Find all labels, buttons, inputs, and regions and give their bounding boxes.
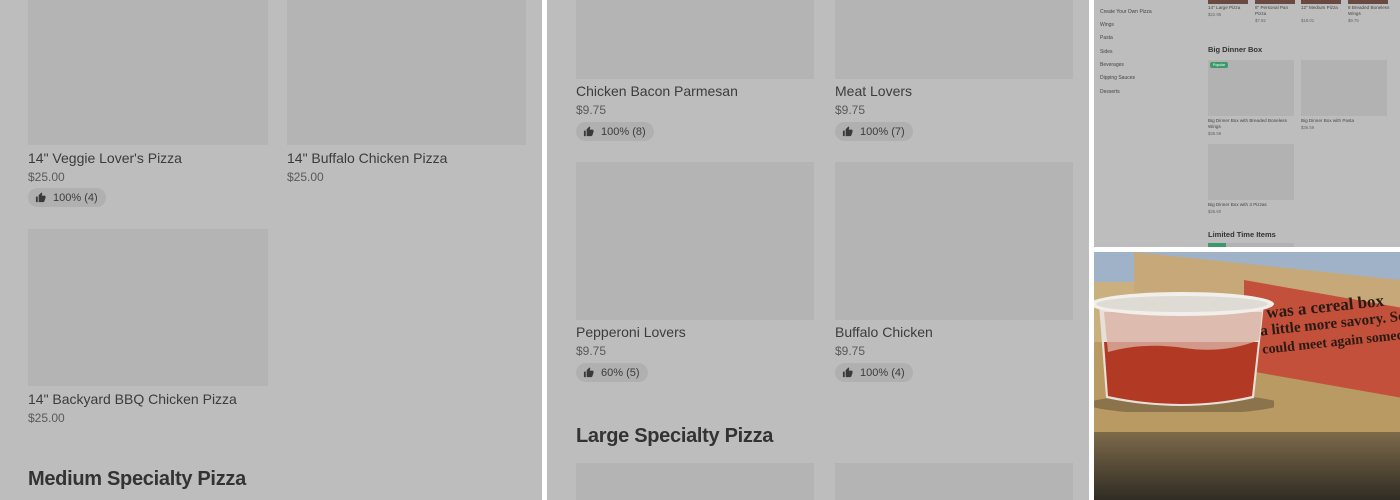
rating-badge: 100% (4) <box>28 188 106 207</box>
menu-item-price: $9.75 <box>835 103 866 117</box>
menu-item-price: $25.00 <box>28 411 65 425</box>
item-thumbnail[interactable] <box>1208 144 1294 200</box>
sidebar-item[interactable]: Dipping Sauces <box>1100 75 1135 81</box>
menu-panel-left: 14" Veggie Lover's Pizza $25.00 100% (4)… <box>0 0 542 500</box>
sauce-cup <box>1094 292 1274 412</box>
item-name[interactable]: 12" Medium Pizza <box>1301 5 1341 11</box>
rating-badge: 60% (5) <box>576 363 648 382</box>
item-price: $36.60 <box>1208 209 1222 214</box>
item-name[interactable]: 8 Breaded Boneless Wings <box>1348 5 1390 16</box>
item-thumbnail[interactable] <box>1348 0 1388 4</box>
menu-item-image[interactable] <box>28 229 268 386</box>
menu-panel-desktop-thumbnail: Create Your Own Pizza Wings Pasta Sides … <box>1094 0 1400 247</box>
section-heading: Limited Time Items <box>1208 230 1276 239</box>
item-price: $36.59 <box>1301 125 1315 130</box>
menu-item-image[interactable] <box>835 0 1073 79</box>
menu-item-price: $25.00 <box>287 170 324 184</box>
sidebar-item[interactable]: Beverages <box>1100 62 1124 68</box>
item-name[interactable]: Big Dinner Box with Breaded Boneless Win… <box>1208 118 1288 129</box>
item-thumbnail[interactable] <box>1208 0 1248 4</box>
menu-item-name[interactable]: Buffalo Chicken <box>835 324 933 340</box>
menu-panel-middle: Chicken Bacon Parmesan $9.75 100% (8) Me… <box>547 0 1089 500</box>
thumbs-up-icon <box>583 367 594 378</box>
table-shadow <box>1094 432 1400 500</box>
thumbs-up-icon <box>842 367 853 378</box>
item-thumbnail[interactable] <box>1255 0 1295 4</box>
menu-item-name[interactable]: Chicken Bacon Parmesan <box>576 83 738 99</box>
item-thumbnail[interactable] <box>1301 0 1341 4</box>
item-thumbnail[interactable] <box>1208 243 1226 247</box>
menu-item-price: $25.00 <box>28 170 65 184</box>
menu-item-price: $9.75 <box>576 103 607 117</box>
item-price: $7.92 <box>1255 18 1266 23</box>
photo-sauce-cup: was a cereal box a little more savory. S… <box>1094 252 1400 500</box>
sidebar-item[interactable]: Desserts <box>1100 89 1120 95</box>
item-price: $36.59 <box>1208 131 1222 136</box>
thumbs-up-icon <box>842 126 853 137</box>
menu-item-name[interactable]: 14" Buffalo Chicken Pizza <box>287 150 447 166</box>
thumbs-up-icon <box>583 126 594 137</box>
item-name[interactable]: 6" Personal Pan Pizza <box>1255 5 1295 16</box>
rating-badge: 100% (8) <box>576 122 654 141</box>
sidebar-item[interactable]: Wings <box>1100 22 1114 28</box>
menu-item-image[interactable] <box>835 463 1073 500</box>
rating-text: 100% (4) <box>860 366 905 379</box>
rating-text: 60% (5) <box>601 366 640 379</box>
sidebar-item[interactable]: Create Your Own Pizza <box>1100 9 1152 15</box>
item-thumbnail[interactable] <box>1226 243 1294 247</box>
menu-item-name[interactable]: Pepperoni Lovers <box>576 324 686 340</box>
rating-text: 100% (7) <box>860 125 905 138</box>
popular-badge: Popular <box>1210 62 1229 68</box>
section-heading: Big Dinner Box <box>1208 45 1263 54</box>
section-heading: Large Specialty Pizza <box>576 425 774 447</box>
item-price: $9.75 <box>1348 18 1359 23</box>
rating-badge: 100% (7) <box>835 122 913 141</box>
menu-item-name[interactable]: 14" Veggie Lover's Pizza <box>28 150 182 166</box>
item-name[interactable]: 14" Large Pizza <box>1208 5 1252 11</box>
item-thumbnail[interactable] <box>1208 60 1294 116</box>
menu-item-image[interactable] <box>576 162 814 320</box>
item-name[interactable]: Big Dinner Box with Pasta <box>1301 118 1381 124</box>
menu-item-image[interactable] <box>576 0 814 79</box>
menu-item-image[interactable] <box>576 463 814 500</box>
menu-item-name[interactable]: 14" Backyard BBQ Chicken Pizza <box>28 391 237 407</box>
rating-badge: 100% (4) <box>835 363 913 382</box>
menu-item-price: $9.75 <box>576 344 607 358</box>
item-name[interactable]: Big Dinner Box with 3 Pizzas <box>1208 202 1294 208</box>
sidebar-item[interactable]: Pasta <box>1100 35 1113 41</box>
menu-item-name[interactable]: Meat Lovers <box>835 83 912 99</box>
item-thumbnail[interactable] <box>1301 60 1387 116</box>
menu-item-image[interactable] <box>28 0 268 145</box>
thumbs-up-icon <box>35 192 46 203</box>
menu-item-price: $9.75 <box>835 344 866 358</box>
section-heading: Medium Specialty Pizza <box>28 468 246 490</box>
rating-text: 100% (4) <box>53 191 98 204</box>
menu-item-image[interactable] <box>835 162 1073 320</box>
sidebar-item[interactable]: Sides <box>1100 49 1113 55</box>
item-price: $22.95 <box>1208 12 1222 17</box>
menu-item-image[interactable] <box>287 0 526 145</box>
rating-text: 100% (8) <box>601 125 646 138</box>
item-price: $19.01 <box>1301 18 1315 23</box>
